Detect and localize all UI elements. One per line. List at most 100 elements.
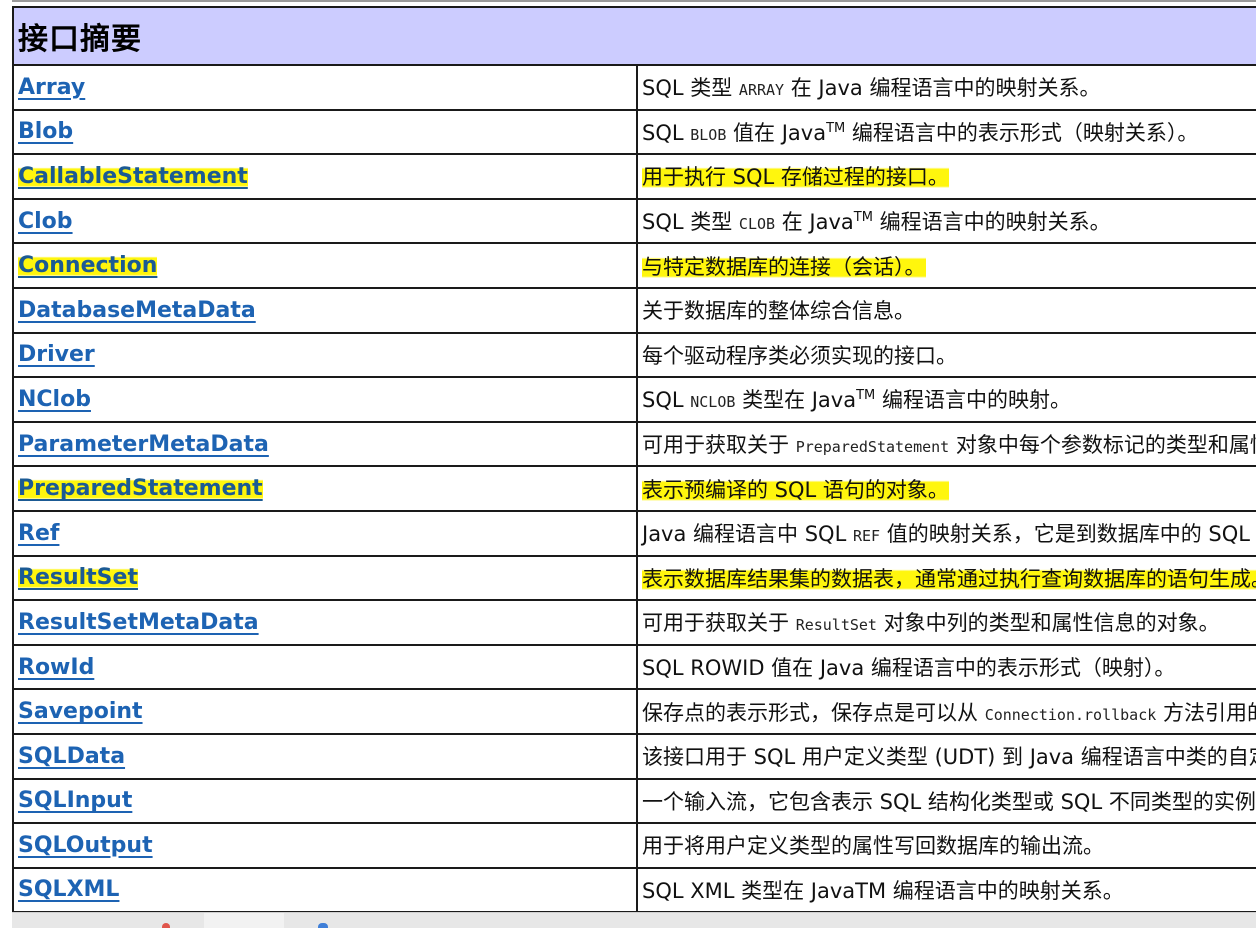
interface-name-cell: SQLXML: [12, 866, 638, 914]
table-row: NClob SQL NCLOB 类型在 JavaTM 编程语言中的映射。: [12, 376, 1256, 423]
interface-name-cell: PreparedStatement: [12, 465, 638, 512]
interface-link[interactable]: SQLOutput: [18, 833, 153, 858]
interface-link[interactable]: Connection: [18, 253, 158, 279]
table-row: Driver 每个驱动程序类必须实现的接口。: [12, 331, 1256, 379]
table-row: RowId SQL ROWID 值在 Java 编程语言中的表示形式（映射）。: [12, 643, 1256, 691]
interface-name-cell: SQLOutput: [12, 822, 638, 869]
table-row: ResultSetMetaData 可用于获取关于 ResultSet 对象中列的…: [12, 599, 1256, 646]
interface-description-cell: SQL XML 类型在 JavaTM 编程语言中的映射关系。: [636, 866, 1256, 914]
description-segment: 一个输入流，它包含表示 SQL 结构化类型或 SQL 不同类型的实例的值组成的流…: [642, 789, 1256, 814]
page: 接口摘要 Array SQL 类型 ARRAY 在 Java 编程语言中的映射关系…: [0, 0, 1256, 928]
description-segment: 值在 Java: [726, 120, 827, 145]
interface-description-cell: 与特定数据库的连接（会话）。: [636, 242, 1256, 289]
interface-link[interactable]: Array: [18, 75, 85, 100]
interface-link[interactable]: Ref: [18, 521, 59, 546]
description-text: SQL XML 类型在 JavaTM 编程语言中的映射关系。: [642, 879, 1124, 903]
description-text: Java 编程语言中 SQL REF 值的映射关系，它是到数据库中的 SQL 结…: [642, 522, 1256, 546]
description-text: 可用于获取关于 PreparedStatement 对象中每个参数标记的类型和属…: [642, 433, 1256, 457]
description-segment: 用于将用户定义类型的属性写回数据库的输出流。: [642, 834, 1104, 859]
interface-description-cell: 保存点的表示形式，保存点是可以从 Connection.rollback 方法引…: [636, 688, 1256, 735]
description-text: SQL ROWID 值在 Java 编程语言中的表示形式（映射）。: [642, 656, 1175, 680]
taskbar-segment: [204, 913, 284, 928]
table-row: PreparedStatement 表示预编译的 SQL 语句的对象。: [12, 465, 1256, 512]
interface-link[interactable]: SQLData: [18, 744, 125, 769]
interface-name-cell: SQLInput: [12, 777, 638, 825]
interface-description-cell: SQL 类型 CLOB 在 JavaTM 编程语言中的映射关系。: [636, 197, 1256, 245]
table-row: Blob SQL BLOB 值在 JavaTM 编程语言中的表示形式（映射关系）。: [12, 108, 1256, 156]
interface-link[interactable]: ParameterMetaData: [18, 432, 269, 457]
interface-name-cell: RowId: [12, 643, 638, 691]
interface-link[interactable]: Blob: [18, 119, 73, 144]
table-row: ResultSet 表示数据库结果集的数据表，通常通过执行查询数据库的语句生成。: [12, 554, 1256, 602]
code-identifier: PreparedStatement: [795, 438, 950, 457]
description-text: 与特定数据库的连接（会话）。: [642, 254, 926, 279]
interface-link[interactable]: PreparedStatement: [18, 476, 263, 502]
description-segment: SQL ROWID 值在 Java 编程语言中的表示形式（映射）。: [642, 656, 1176, 681]
code-identifier: ResultSet: [795, 616, 877, 635]
interface-description-cell: 用于将用户定义类型的属性写回数据库的输出流。: [636, 822, 1256, 869]
description-segment: 在 Java: [775, 210, 854, 235]
interface-description-cell: 可用于获取关于 PreparedStatement 对象中每个参数标记的类型和属…: [636, 420, 1256, 468]
description-segment: SQL: [642, 388, 691, 413]
description-segment: 类型在 Java: [735, 388, 857, 413]
description-segment: 用于执行 SQL 存储过程的接口。: [642, 165, 949, 190]
description-segment: SQL XML 类型在 JavaTM 编程语言中的映射关系。: [642, 878, 1124, 903]
interface-link[interactable]: Clob: [18, 209, 73, 234]
table-row: SQLInput 一个输入流，它包含表示 SQL 结构化类型或 SQL 不同类型的…: [12, 777, 1256, 825]
interface-link[interactable]: SQLXML: [18, 877, 119, 902]
table-row: CallableStatement 用于执行 SQL 存储过程的接口。: [12, 153, 1256, 200]
description-segment: 值的映射关系，它是到数据库中的 SQL 结构类型值的引用。: [886, 522, 1256, 547]
interface-link[interactable]: CallableStatement: [18, 163, 248, 189]
interface-name-cell: Ref: [12, 509, 638, 557]
interface-link[interactable]: DatabaseMetaData: [18, 298, 256, 323]
description-segment: 保存点的表示形式，保存点是可以从: [642, 700, 985, 725]
table-row: Savepoint 保存点的表示形式，保存点是可以从 Connection.rol…: [12, 688, 1256, 735]
interface-summary-table: 接口摘要 Array SQL 类型 ARRAY 在 Java 编程语言中的映射关系…: [12, 6, 1256, 914]
interface-link[interactable]: Savepoint: [18, 699, 143, 724]
code-identifier: BLOB: [690, 125, 727, 144]
code-identifier: Connection.rollback: [984, 705, 1157, 724]
code-identifier: CLOB: [738, 215, 776, 234]
description-text: SQL NCLOB 类型在 JavaTM 编程语言中的映射。: [642, 388, 1071, 412]
interface-description-cell: 可用于获取关于 ResultSet 对象中列的类型和属性信息的对象。: [636, 599, 1256, 646]
description-segment: 对象中列的类型和属性信息的对象。: [876, 611, 1220, 636]
interface-name-cell: SQLData: [12, 732, 638, 780]
interface-link[interactable]: Driver: [18, 342, 95, 367]
interface-description-cell: 表示数据库结果集的数据表，通常通过执行查询数据库的语句生成。: [636, 554, 1256, 602]
trademark-superscript: TM: [856, 388, 876, 404]
description-segment: 对象中每个参数标记的类型和属性信息的对象。: [955, 433, 1256, 458]
description-segment: 编程语言中的映射。: [875, 388, 1071, 413]
interface-link[interactable]: SQLInput: [18, 788, 132, 813]
interface-name-cell: Clob: [12, 197, 638, 245]
table-row: Ref Java 编程语言中 SQL REF 值的映射关系，它是到数据库中的 SQ…: [12, 509, 1256, 557]
interface-link[interactable]: ResultSet: [18, 565, 138, 591]
interface-description-cell: SQL BLOB 值在 JavaTM 编程语言中的表示形式（映射关系）。: [636, 108, 1256, 156]
interface-description-cell: 用于执行 SQL 存储过程的接口。: [636, 153, 1256, 200]
description-text: 关于数据库的整体综合信息。: [642, 299, 915, 323]
description-text: 保存点的表示形式，保存点是可以从 Connection.rollback 方法引…: [642, 701, 1256, 725]
description-segment: 每个驱动程序类必须实现的接口。: [642, 343, 957, 368]
interface-description-cell: 关于数据库的整体综合信息。: [636, 286, 1256, 334]
interface-name-cell: ParameterMetaData: [12, 420, 638, 468]
table-row: SQLOutput 用于将用户定义类型的属性写回数据库的输出流。: [12, 822, 1256, 869]
app-icon[interactable]: [162, 923, 170, 928]
description-segment: 关于数据库的整体综合信息。: [642, 299, 915, 324]
interface-description-cell: SQL 类型 ARRAY 在 Java 编程语言中的映射关系。: [636, 64, 1256, 111]
app-icon[interactable]: [318, 923, 328, 928]
interface-name-cell: Driver: [12, 331, 638, 379]
interface-link[interactable]: RowId: [18, 655, 94, 680]
description-segment: SQL: [642, 120, 691, 145]
table-row: ParameterMetaData 可用于获取关于 PreparedStateme…: [12, 420, 1256, 468]
interface-link[interactable]: NClob: [18, 387, 91, 412]
table-body: Array SQL 类型 ARRAY 在 Java 编程语言中的映射关系。 Blob…: [12, 64, 1256, 914]
interface-name-cell: NClob: [12, 376, 638, 423]
description-segment: 该接口用于 SQL 用户定义类型 (UDT) 到 Java 编程语言中类的自定义…: [642, 745, 1256, 770]
table-row: Clob SQL 类型 CLOB 在 JavaTM 编程语言中的映射关系。: [12, 197, 1256, 245]
interface-name-cell: Blob: [12, 108, 638, 156]
interface-name-cell: ResultSet: [12, 554, 638, 602]
description-segment: 编程语言中的表示形式（映射关系）。: [845, 120, 1199, 145]
interface-description-cell: 表示预编译的 SQL 语句的对象。: [636, 465, 1256, 512]
interface-name-cell: Savepoint: [12, 688, 638, 735]
interface-link[interactable]: ResultSetMetaData: [18, 610, 259, 635]
description-text: 该接口用于 SQL 用户定义类型 (UDT) 到 Java 编程语言中类的自定义…: [642, 745, 1256, 769]
